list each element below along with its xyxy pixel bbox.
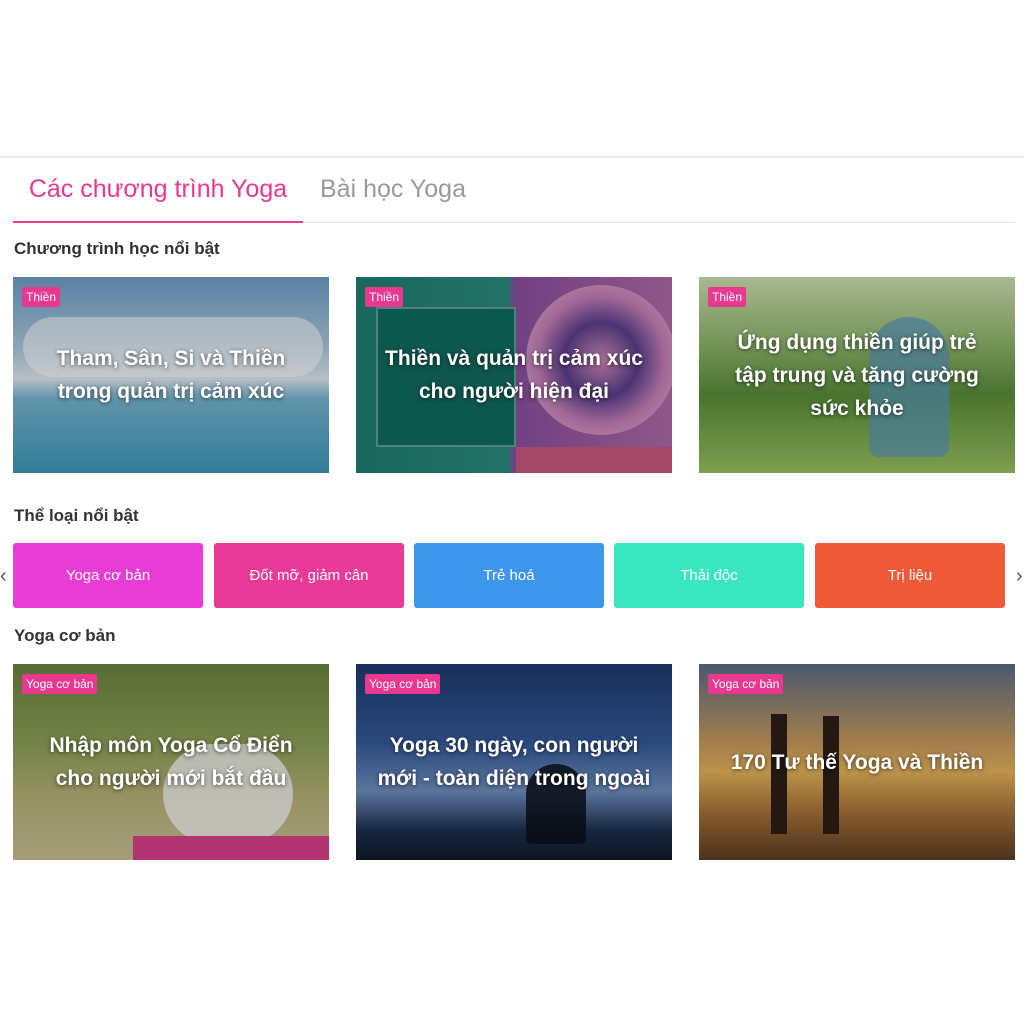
card-title: Tham, Sân, Si và Thiền trong quản trị cả…	[56, 347, 286, 403]
carousel-prev-button[interactable]: ‹	[0, 565, 7, 588]
program-card[interactable]: Thiền Ứng dụng thiền giúp trẻ tập trung …	[699, 277, 1015, 473]
card-title: Thiền và quản trị cảm xúc cho người hiện…	[385, 347, 643, 403]
category-dot-mo-giam-can[interactable]: Đốt mỡ, giảm cân	[214, 543, 404, 608]
carousel-next-button[interactable]: ›	[1016, 565, 1023, 588]
category-tri-lieu[interactable]: Trị liệu	[815, 543, 1005, 608]
program-card[interactable]: Yoga cơ bản Nhập môn Yoga Cổ Điển cho ng…	[13, 664, 329, 860]
card-title: Ứng dụng thiền giúp trẻ tập trung và tăn…	[735, 330, 979, 420]
card-title: Nhập môn Yoga Cổ Điển cho người mới bắt …	[49, 734, 293, 790]
section-title-featured-categories: Thể loại nổi bật	[14, 506, 139, 525]
program-card[interactable]: Thiền Tham, Sân, Si và Thiền trong quản …	[13, 277, 329, 473]
card-title: Yoga 30 ngày, con người mới - toàn diện …	[377, 734, 651, 790]
tab-programs[interactable]: Các chương trình Yoga	[13, 172, 303, 223]
section-title-featured-programs: Chương trình học nổi bật	[14, 239, 220, 258]
section-title-basic-yoga: Yoga cơ bản	[14, 626, 116, 645]
tab-lessons[interactable]: Bài học Yoga	[320, 172, 466, 221]
category-thai-doc[interactable]: Thải độc	[614, 543, 804, 608]
program-card[interactable]: Yoga cơ bản 170 Tư thế Yoga và Thiền	[699, 664, 1015, 860]
card-title: 170 Tư thế Yoga và Thiền	[730, 750, 984, 774]
program-card[interactable]: Yoga cơ bản Yoga 30 ngày, con người mới …	[356, 664, 672, 860]
category-tre-hoa[interactable]: Trẻ hoá	[414, 543, 604, 608]
tab-bar: Các chương trình Yoga Bài học Yoga	[13, 158, 1015, 223]
category-yoga-co-ban[interactable]: Yoga cơ bản	[13, 543, 203, 608]
program-card[interactable]: Thiền Thiền và quản trị cảm xúc cho ngườ…	[356, 277, 672, 473]
